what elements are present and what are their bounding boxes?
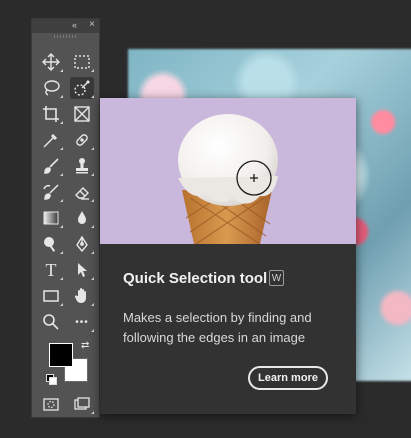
tools-panel-header[interactable]: « × [32,19,99,33]
screen-mode-icon [74,397,90,410]
crop-tool[interactable] [39,103,63,125]
hand-icon [74,288,86,303]
gradient-icon [43,211,59,225]
frame-icon [74,106,90,122]
frame-tool[interactable] [70,103,94,125]
ice-cream-illustration [178,114,278,244]
eraser-tool[interactable] [70,181,94,203]
quick-selection-icon [74,80,90,96]
blur-icon [78,211,86,224]
zoom-tool[interactable] [39,311,63,333]
pen-tool[interactable] [70,233,94,255]
quick-mask-icon [43,398,59,411]
eraser-icon [75,187,89,200]
more-tools-icon: ••• [75,316,89,328]
color-swatches: ⇄ [46,340,96,386]
gradient-tool[interactable] [39,207,63,229]
clone-stamp-tool[interactable] [70,155,94,177]
spot-healing-brush-icon [76,134,88,146]
screen-mode-button[interactable] [70,393,94,415]
learn-more-button[interactable]: Learn more [248,366,328,390]
default-colors-icon[interactable] [46,374,57,385]
path-selection-tool[interactable] [70,259,94,281]
lasso-tool[interactable] [39,77,63,99]
swap-colors-icon[interactable]: ⇄ [81,340,89,351]
quick-selection-tool[interactable] [70,77,94,99]
marquee-tool[interactable] [70,51,94,73]
crop-icon [43,106,59,122]
clone-stamp-icon [76,158,88,174]
rectangle-tool[interactable] [39,285,63,307]
eyedropper-tool[interactable] [39,129,63,151]
tooltip-preview-image [100,98,356,244]
tooltip-title: Quick Selection tool [123,270,268,287]
move-tool[interactable] [39,51,63,73]
history-brush-tool[interactable] [39,181,63,203]
history-brush-icon [43,184,59,200]
panel-grip[interactable] [54,35,78,38]
brush-icon [44,158,59,174]
type-tool[interactable]: T [39,259,63,281]
brush-tool[interactable] [39,155,63,177]
eyedropper-icon [43,133,58,148]
tool-tooltip-card: Quick Selection tool W Makes a selection… [100,98,356,414]
close-panel-icon[interactable]: × [89,19,95,30]
rectangular-marquee-icon [74,55,90,69]
lasso-icon [44,80,60,96]
collapse-panel-icon[interactable]: « [72,20,77,30]
quick-mask-button[interactable] [39,393,63,415]
tooltip-description: Makes a selection by finding and followi… [123,310,312,345]
dodge-icon [44,237,56,252]
hand-tool[interactable] [70,285,94,307]
tools-panel: « × T ••• ⇄ [31,18,100,418]
pen-icon [76,235,88,253]
zoom-icon [43,314,59,330]
spot-healing-tool[interactable] [70,129,94,151]
foreground-color-swatch[interactable] [49,343,73,367]
type-icon: T [45,259,57,280]
dodge-tool[interactable] [39,233,63,255]
move-icon [42,53,60,71]
path-selection-icon [78,263,87,277]
more-tools-button[interactable]: ••• [70,311,94,333]
shortcut-key-badge: W [269,270,284,286]
rectangle-icon [43,290,59,302]
blur-tool[interactable] [70,207,94,229]
